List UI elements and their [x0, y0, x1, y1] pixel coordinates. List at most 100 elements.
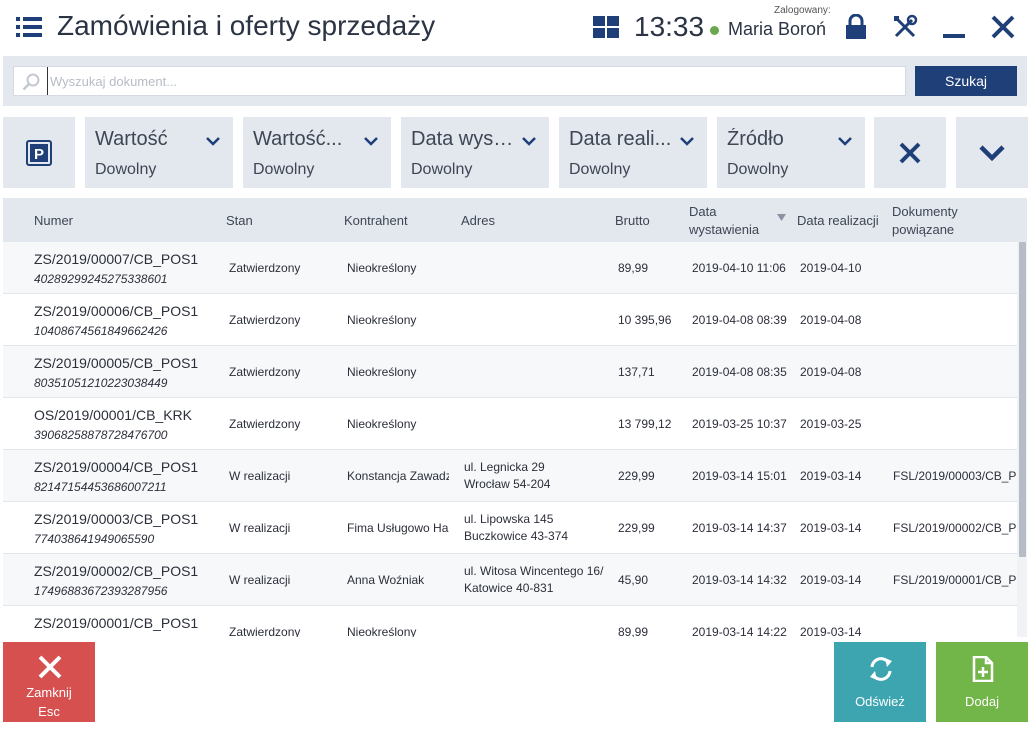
cell-data-realizacji: 2019-04-08 — [800, 313, 862, 327]
column-header-kontrahent[interactable]: Kontrahent — [344, 212, 408, 229]
filter-issue-date[interactable]: Data wyst... Dowolny — [401, 117, 549, 188]
cell-adres-line1: ul. Lipowska 145 — [464, 512, 554, 526]
tools-icon[interactable] — [892, 14, 918, 40]
cell-code: 77403864194906559​0 — [34, 532, 155, 546]
cell-brutto: 89,99 — [618, 625, 649, 637]
close-icon — [899, 142, 921, 164]
header: Zamówienia i oferty sprzedaży 13:33 Zalo… — [0, 0, 1032, 56]
logged-in-label: Zalogowany: — [774, 5, 831, 16]
parking-button[interactable]: P — [3, 117, 75, 188]
column-header-label: powiązane — [892, 222, 955, 237]
table-row[interactable]: ZS/2019/00006/CB_POS1 104086745618496624… — [3, 294, 1017, 346]
lock-icon[interactable] — [845, 14, 867, 40]
cell-stan: W realizacji — [229, 573, 291, 587]
column-header-label: Dokumenty — [892, 204, 958, 219]
svg-text:P: P — [34, 146, 44, 163]
cell-data-realizacji: 2019-03-14 — [800, 521, 862, 535]
cell-data-wystawienia: 2019-04-10 11:06 — [692, 261, 786, 275]
filter-label: Wartość... — [253, 128, 343, 150]
cell-numer: ZS/2019/00007/CB_POS1 — [34, 251, 199, 267]
filter-bar: P Wartość Dowolny Wartość... Dowolny Dat… — [0, 112, 1032, 192]
cell-adres-line2: Wrocław 54-204 — [464, 477, 551, 491]
cell-numer: OS/2019/00001/CB_KRK — [34, 407, 192, 423]
chevron-down-icon — [979, 145, 1005, 162]
filter-selected-value: Dowolny — [727, 161, 789, 178]
cell-kontrahent: Anna Woźniak — [347, 573, 425, 587]
chevron-down-icon — [364, 137, 378, 146]
new-document-icon — [972, 656, 994, 682]
close-button[interactable]: Zamknij Esc — [3, 642, 95, 722]
column-header-numer[interactable]: Numer — [34, 212, 73, 229]
cell-code: 10408674561849662426 — [34, 324, 168, 338]
cell-kontrahent: Nieokreślony — [347, 261, 417, 275]
scrollbar-thumb[interactable] — [1019, 242, 1026, 557]
column-header-label: wystawienia — [689, 222, 760, 237]
table-row[interactable]: ZS/2019/00002/CB_POS1 174968836723932879… — [3, 554, 1017, 606]
column-header-adres[interactable]: Adres — [461, 212, 495, 229]
table-row[interactable]: ZS/2019/00001/CB_POS1 Zatwierdzony Nieok… — [3, 606, 1017, 637]
table-row[interactable]: ZS/2019/00003/CB_POS1 77403864194906559​… — [3, 502, 1017, 554]
expand-filters-button[interactable] — [956, 117, 1028, 188]
filter-realization-date[interactable]: Data reali... Dowolny — [559, 117, 707, 188]
filter-value-2[interactable]: Wartość... Dowolny — [243, 117, 391, 188]
cell-data-realizacji: 2019-04-08 — [800, 365, 862, 379]
cell-stan: Zatwierdzony — [229, 417, 301, 431]
app-window: Zamówienia i oferty sprzedaży 13:33 Zalo… — [0, 0, 1032, 729]
chevron-down-icon — [206, 137, 220, 146]
tiles-icon[interactable] — [593, 16, 619, 38]
search-field — [13, 66, 906, 96]
cell-kontrahent: Nieokreślony — [347, 365, 417, 379]
cell-data-wystawienia: 2019-03-14 14:22 — [692, 625, 787, 637]
cell-data-wystawienia: 2019-03-14 14:37 — [692, 521, 787, 535]
filter-label: Źródło — [727, 128, 784, 150]
hamburger-menu-icon[interactable] — [16, 16, 42, 38]
cell-dokumenty: FSL/2019/00003/CB_PC — [893, 469, 1017, 483]
column-header-label: Data — [689, 204, 717, 219]
search-button[interactable]: Szukaj — [915, 66, 1017, 96]
cell-data-wystawienia: 2019-04-08 08:39 — [692, 313, 787, 327]
table-row[interactable]: ZS/2019/00005/CB_POS1 803510512102230384… — [3, 346, 1017, 398]
user-name[interactable]: Maria Boroń — [728, 19, 826, 40]
cell-numer: ZS/2019/00003/CB_POS1 — [34, 511, 199, 527]
search-input[interactable] — [47, 67, 897, 95]
cell-data-realizacji: 2019-03-14 — [800, 625, 862, 637]
cell-stan: Zatwierdzony — [229, 261, 301, 275]
cell-dokumenty: FSL/2019/00002/CB_PC — [893, 521, 1017, 535]
close-icon[interactable] — [990, 14, 1016, 40]
filter-label: Data reali... — [569, 128, 672, 150]
filter-source[interactable]: Źródło Dowolny — [717, 117, 865, 188]
table-row[interactable]: ZS/2019/00004/CB_POS1 821471544536860072… — [3, 450, 1017, 502]
column-header-brutto[interactable]: Brutto — [615, 212, 650, 229]
table-row[interactable]: ZS/2019/00007/CB_POS1 402892992452753386… — [3, 242, 1017, 294]
clock: 13:33 — [634, 11, 705, 42]
add-button[interactable]: Dodaj — [936, 642, 1028, 722]
cell-adres-line1: ul. Witosa Wincentego 16/ — [464, 564, 604, 578]
clear-filters-button[interactable] — [874, 117, 946, 188]
cell-numer: ZS/2019/00004/CB_POS1 — [34, 459, 199, 475]
filter-selected-value: Dowolny — [95, 161, 157, 178]
close-button-shortcut: Esc — [38, 704, 60, 719]
cell-numer: ZS/2019/00001/CB_POS1 — [34, 615, 199, 631]
cell-data-wystawienia: 2019-03-25 10:37 — [692, 417, 787, 431]
chevron-down-icon — [838, 137, 852, 146]
minimize-icon[interactable] — [941, 14, 967, 40]
filter-selected-value: Dowolny — [253, 161, 315, 178]
table-row[interactable]: OS/2019/00001/CB_KRK 3906825887872847670… — [3, 398, 1017, 450]
filter-selected-value: Dowolny — [569, 161, 631, 178]
search-bar: Szukaj — [3, 56, 1027, 106]
cell-numer: ZS/2019/00002/CB_POS1 — [34, 563, 199, 579]
cell-adres-line1: ul. Legnicka 29 — [464, 460, 545, 474]
online-status-icon — [710, 26, 719, 35]
chevron-down-icon — [522, 137, 536, 146]
column-header-stan[interactable]: Stan — [226, 212, 253, 229]
filter-value[interactable]: Wartość Dowolny — [85, 117, 233, 188]
cell-adres-line2: Katowice 40-831 — [464, 581, 554, 595]
cell-data-realizacji: 2019-03-25 — [800, 417, 862, 431]
vertical-scrollbar[interactable] — [1017, 242, 1027, 637]
column-header-data-realizacji[interactable]: Data realizacji — [797, 212, 879, 229]
refresh-button[interactable]: Odśwież — [834, 642, 926, 722]
cell-kontrahent: Fima Usługowo Ha — [347, 521, 449, 535]
cell-stan: W realizacji — [229, 469, 291, 483]
cell-brutto: 229,99 — [618, 521, 655, 535]
cell-data-realizacji: 2019-04-10 — [800, 261, 862, 275]
